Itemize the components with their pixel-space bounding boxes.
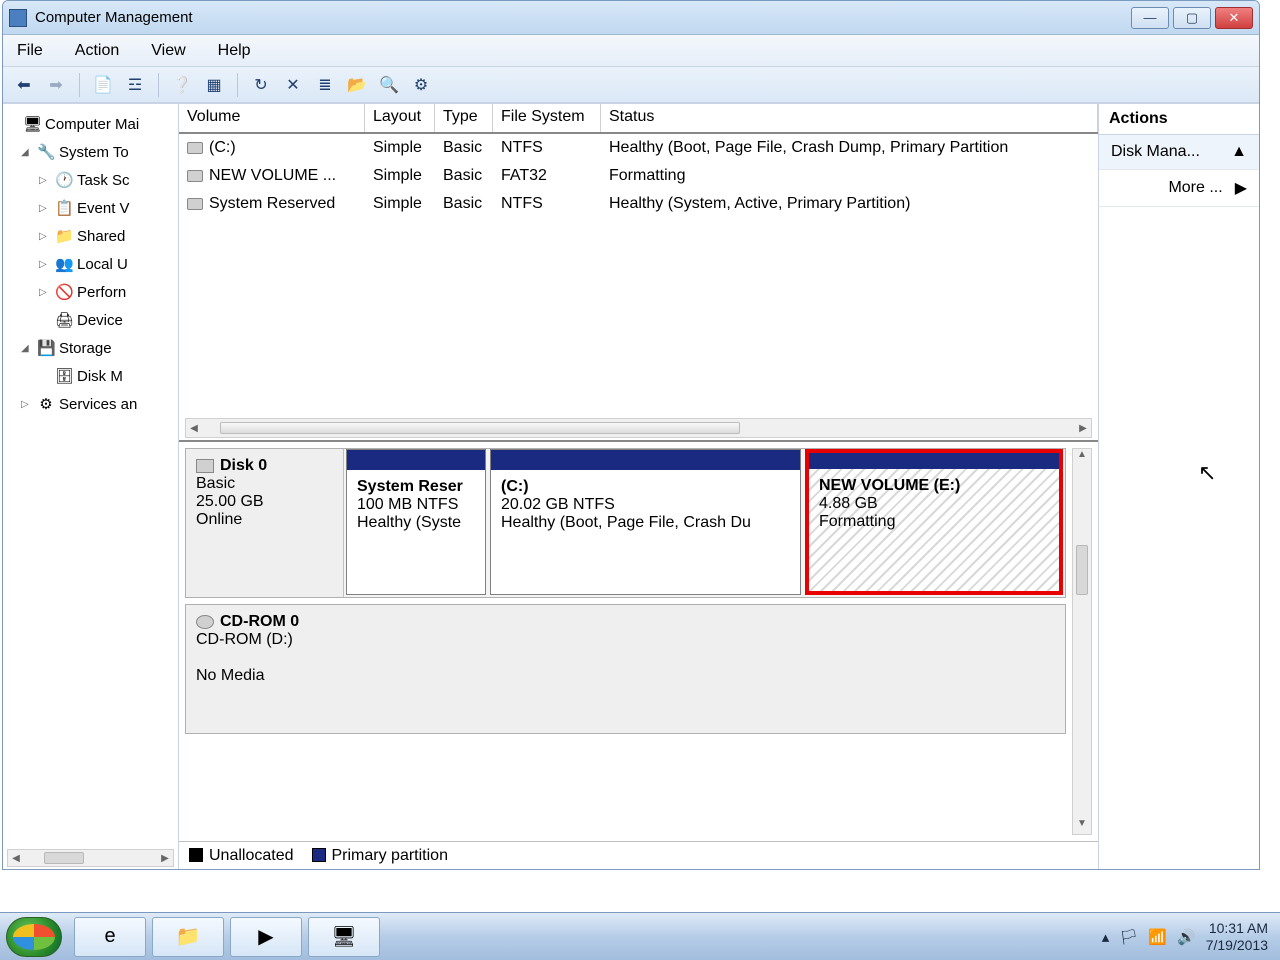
tree-localusers[interactable]: Local U (77, 256, 128, 273)
col-status[interactable]: Status (601, 104, 1098, 132)
col-filesystem[interactable]: File System (493, 104, 601, 132)
tree-task[interactable]: Task Sc (77, 172, 130, 189)
tray-network-icon[interactable]: 📶 (1148, 928, 1167, 946)
taskbar-explorer[interactable]: 📁 (152, 917, 224, 957)
help-button[interactable]: ❔ (169, 72, 195, 98)
up-button[interactable]: 📄 (90, 72, 116, 98)
menubar: File Action View Help (3, 35, 1259, 67)
collapse-icon: ▲ (1231, 143, 1247, 161)
close-button[interactable]: ✕ (1215, 7, 1253, 29)
maximize-button[interactable]: ▢ (1173, 7, 1211, 29)
tree-services[interactable]: Services an (59, 396, 137, 413)
disk-map: Disk 0 Basic 25.00 GB Online System Rese… (179, 440, 1098, 841)
system-tray[interactable]: ▴ 🏳 📶 🔊 10:31 AM 7/19/2013 (1102, 920, 1280, 952)
drive-icon (187, 170, 203, 182)
volume-row[interactable]: System Reserved Simple Basic NTFS Health… (179, 190, 1098, 218)
tree-root[interactable]: Computer Mai (45, 116, 139, 133)
titlebar[interactable]: Computer Management — ▢ ✕ (3, 1, 1259, 35)
taskbar-mediaplayer[interactable]: ▶ (230, 917, 302, 957)
config-button[interactable]: ⚙ (408, 72, 434, 98)
volume-hscrollbar[interactable]: ◀▶ (185, 418, 1092, 438)
menu-action[interactable]: Action (75, 42, 119, 60)
volume-row[interactable]: (C:) Simple Basic NTFS Healthy (Boot, Pa… (179, 134, 1098, 162)
diskmap-vscrollbar[interactable]: ▲▼ (1072, 448, 1092, 835)
forward-button[interactable]: ➡ (43, 72, 69, 98)
col-volume[interactable]: Volume (179, 104, 365, 132)
window-title: Computer Management (35, 9, 1123, 26)
tree-perf[interactable]: Perforn (77, 284, 126, 301)
minimize-button[interactable]: — (1131, 7, 1169, 29)
open-button[interactable]: 📂 (344, 72, 370, 98)
tree-storage[interactable]: Storage (59, 340, 112, 357)
app-window: Computer Management — ▢ ✕ File Action Vi… (2, 0, 1260, 870)
taskbar-compmgmt[interactable]: 🖥 (308, 917, 380, 957)
tree-diskmgmt[interactable]: Disk M (77, 368, 123, 385)
taskbar-ie[interactable]: e (74, 917, 146, 957)
back-button[interactable]: ⬅ (11, 72, 37, 98)
menu-view[interactable]: View (151, 42, 185, 60)
show-hide-tree-button[interactable]: ☲ (122, 72, 148, 98)
actions-disk-management[interactable]: Disk Mana...▲ (1099, 135, 1259, 170)
volume-list[interactable]: (C:) Simple Basic NTFS Healthy (Boot, Pa… (179, 134, 1098, 414)
start-button[interactable] (6, 917, 62, 957)
legend-swatch-primary (312, 848, 326, 862)
partition-new-volume-e[interactable]: NEW VOLUME (E:)4.88 GBFormatting (805, 449, 1063, 595)
tree-systools[interactable]: System To (59, 144, 129, 161)
cdrom-icon (196, 615, 214, 629)
tree-shared[interactable]: Shared (77, 228, 125, 245)
tray-up-icon[interactable]: ▴ (1102, 928, 1110, 946)
disk-row-cdrom0[interactable]: CD-ROM 0 CD-ROM (D:) No Media (185, 604, 1066, 734)
disk-icon (196, 459, 214, 473)
find-button[interactable]: 🔍 (376, 72, 402, 98)
nav-hscrollbar[interactable]: ◀▶ (7, 849, 174, 867)
taskbar[interactable]: e 📁 ▶ 🖥 ▴ 🏳 📶 🔊 10:31 AM 7/19/2013 (0, 912, 1280, 960)
menu-help[interactable]: Help (218, 42, 251, 60)
legend-swatch-unallocated (189, 848, 203, 862)
props-button[interactable]: ▦ (201, 72, 227, 98)
partition-c[interactable]: (C:)20.02 GB NTFSHealthy (Boot, Page Fil… (490, 449, 801, 595)
drive-icon (187, 142, 203, 154)
col-layout[interactable]: Layout (365, 104, 435, 132)
nav-tree[interactable]: 🖥Computer Mai ◢🔧System To ▷🕐Task Sc ▷📋Ev… (3, 104, 179, 869)
tree-event[interactable]: Event V (77, 200, 130, 217)
toolbar: ⬅ ➡ 📄 ☲ ❔ ▦ ↻ ✕ ≣ 📂 🔍 ⚙ (3, 67, 1259, 103)
disk-row-disk0[interactable]: Disk 0 Basic 25.00 GB Online System Rese… (185, 448, 1066, 598)
actions-header: Actions (1099, 104, 1259, 135)
col-type[interactable]: Type (435, 104, 493, 132)
tray-flag-icon[interactable]: 🏳 (1119, 928, 1138, 946)
tree-device[interactable]: Device (77, 312, 123, 329)
actions-pane: Actions Disk Mana...▲ More ...▶ (1099, 104, 1259, 869)
menu-file[interactable]: File (17, 42, 43, 60)
tray-clock[interactable]: 10:31 AM 7/19/2013 (1206, 920, 1268, 952)
center-pane: Volume Layout Type File System Status (C… (179, 104, 1099, 869)
app-icon (9, 9, 27, 27)
actions-more[interactable]: More ...▶ (1099, 170, 1259, 207)
settings-button[interactable]: ≣ (312, 72, 338, 98)
partition-system-reserved[interactable]: System Reser100 MB NTFSHealthy (Syste (346, 449, 486, 595)
legend: Unallocated Primary partition (179, 841, 1098, 869)
volume-list-header[interactable]: Volume Layout Type File System Status (179, 104, 1098, 134)
drive-icon (187, 198, 203, 210)
delete-button[interactable]: ✕ (280, 72, 306, 98)
chevron-right-icon: ▶ (1235, 178, 1247, 198)
volume-row[interactable]: NEW VOLUME ... Simple Basic FAT32 Format… (179, 162, 1098, 190)
tray-volume-icon[interactable]: 🔊 (1177, 928, 1196, 946)
refresh-button[interactable]: ↻ (248, 72, 274, 98)
